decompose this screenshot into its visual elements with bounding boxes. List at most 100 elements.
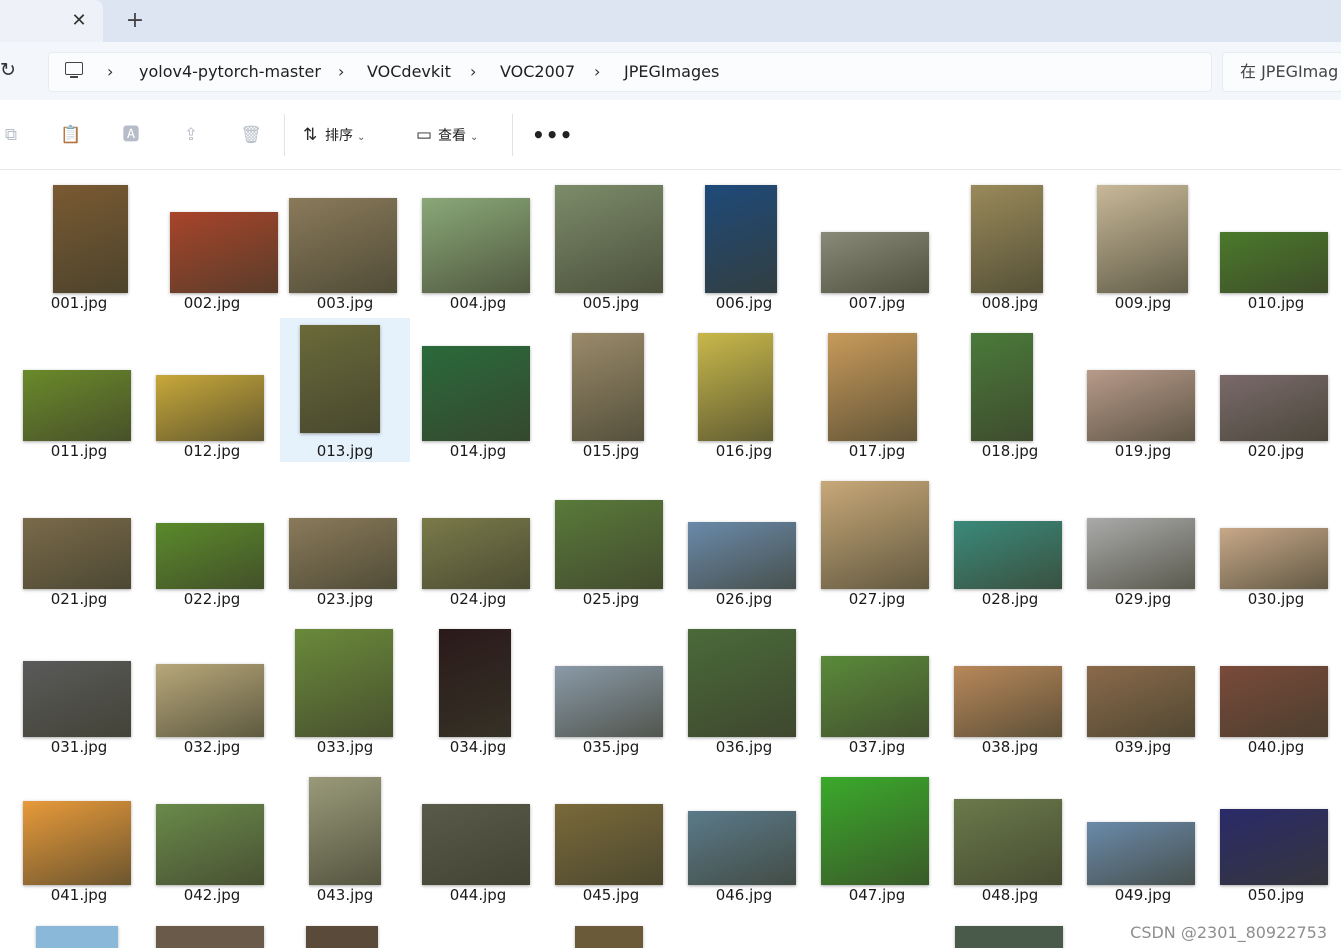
file-name: 016.jpg — [715, 442, 773, 460]
file-grid: 001.jpg 002.jpg 003.jpg 004.jpg 005.jpg 006.j… — [0, 170, 1341, 948]
file-item[interactable]: 049.jpg — [1078, 762, 1208, 906]
chevron-right-icon[interactable]: › — [107, 61, 113, 83]
file-item[interactable]: 040.jpg — [1211, 614, 1341, 758]
new-tab-icon[interactable]: + — [124, 10, 146, 32]
thumbnail-image — [572, 333, 644, 441]
file-item[interactable]: 004.jpg — [413, 170, 543, 314]
file-item[interactable]: 043.jpg — [280, 762, 410, 906]
refresh-icon[interactable]: ↻ — [0, 59, 22, 81]
file-item[interactable]: 018.jpg — [945, 318, 1075, 462]
file-item[interactable]: 016.jpg — [679, 318, 809, 462]
view-button[interactable]: ▭ 查看 ⌄ — [416, 123, 478, 147]
thumbnail-image — [705, 185, 777, 293]
file-item[interactable]: 028.jpg — [945, 466, 1075, 610]
file-item[interactable]: 015.jpg — [546, 318, 676, 462]
thumbnail-image[interactable] — [36, 926, 118, 948]
active-tab[interactable]: ✕ — [0, 0, 103, 42]
file-item[interactable]: 033.jpg — [280, 614, 410, 758]
search-box[interactable]: 在 JPEGImag — [1222, 52, 1341, 92]
file-item[interactable]: 025.jpg — [546, 466, 676, 610]
file-name: 042.jpg — [183, 886, 241, 904]
chevron-right-icon[interactable]: › — [338, 61, 344, 83]
file-item[interactable]: 026.jpg — [679, 466, 809, 610]
chevron-right-icon[interactable]: › — [594, 61, 600, 83]
file-item[interactable]: 029.jpg — [1078, 466, 1208, 610]
sort-button[interactable]: ⇅ 排序 ⌄ — [303, 123, 365, 147]
file-item[interactable]: 046.jpg — [679, 762, 809, 906]
file-item[interactable]: 009.jpg — [1078, 170, 1208, 314]
file-item[interactable]: 007.jpg — [812, 170, 942, 314]
share-icon[interactable]: ⇪ — [180, 124, 202, 146]
breadcrumb-voc2007[interactable]: VOC2007 — [500, 61, 575, 83]
file-item[interactable]: 021.jpg — [14, 466, 144, 610]
file-item[interactable]: 011.jpg — [14, 318, 144, 462]
file-item[interactable]: 013.jpg — [280, 318, 410, 462]
file-item[interactable]: 050.jpg — [1211, 762, 1341, 906]
file-item[interactable]: 048.jpg — [945, 762, 1075, 906]
file-item[interactable]: 044.jpg — [413, 762, 543, 906]
thumbnail-image[interactable] — [156, 926, 264, 948]
copy-icon[interactable]: ⧉ — [0, 124, 22, 146]
breadcrumb-vocdevkit[interactable]: VOCdevkit — [367, 61, 451, 83]
thumbnail-image — [821, 656, 929, 737]
file-item[interactable]: 036.jpg — [679, 614, 809, 758]
file-item[interactable]: 041.jpg — [14, 762, 144, 906]
file-name: 028.jpg — [981, 590, 1039, 608]
more-options-icon[interactable]: ••• — [532, 120, 572, 150]
file-item[interactable]: 032.jpg — [147, 614, 277, 758]
file-name: 025.jpg — [582, 590, 640, 608]
file-item[interactable]: 002.jpg — [147, 170, 278, 314]
thumbnail-image — [954, 799, 1062, 885]
file-name: 026.jpg — [715, 590, 773, 608]
file-item[interactable]: 039.jpg — [1078, 614, 1208, 758]
file-item[interactable]: 042.jpg — [147, 762, 277, 906]
thumbnail-image — [828, 333, 917, 441]
file-item[interactable]: 019.jpg — [1078, 318, 1208, 462]
thumbnail-image[interactable] — [955, 926, 1063, 948]
file-name: 009.jpg — [1114, 294, 1172, 312]
file-item[interactable]: 020.jpg — [1211, 318, 1341, 462]
file-item[interactable]: 034.jpg — [413, 614, 543, 758]
breadcrumb-yolov4[interactable]: yolov4-pytorch-master — [139, 61, 321, 83]
file-item[interactable]: 005.jpg — [546, 170, 676, 314]
file-item[interactable]: 017.jpg — [812, 318, 942, 462]
file-item[interactable]: 027.jpg — [812, 466, 942, 610]
file-item[interactable]: 024.jpg — [413, 466, 543, 610]
file-item[interactable]: 035.jpg — [546, 614, 676, 758]
file-name: 022.jpg — [183, 590, 241, 608]
file-item[interactable]: 003.jpg — [280, 170, 410, 314]
file-item[interactable]: 045.jpg — [546, 762, 676, 906]
file-item[interactable]: 023.jpg — [280, 466, 410, 610]
file-item[interactable]: 037.jpg — [812, 614, 942, 758]
thumbnail-image — [23, 370, 131, 441]
file-name: 023.jpg — [316, 590, 374, 608]
file-item[interactable]: 001.jpg — [14, 170, 144, 314]
file-item[interactable]: 008.jpg — [945, 170, 1075, 314]
delete-icon[interactable]: 🗑 — [240, 124, 262, 146]
file-item[interactable]: 012.jpg — [147, 318, 277, 462]
close-tab-icon[interactable]: ✕ — [68, 10, 90, 32]
file-item[interactable]: 014.jpg — [413, 318, 543, 462]
thumbnail-image — [698, 333, 773, 441]
breadcrumb-jpegimages[interactable]: JPEGImages — [624, 61, 719, 83]
chevron-right-icon[interactable]: › — [470, 61, 476, 83]
file-item[interactable]: 038.jpg — [945, 614, 1075, 758]
file-item[interactable]: 010.jpg — [1211, 170, 1341, 314]
file-item[interactable]: 006.jpg — [679, 170, 809, 314]
paste-icon[interactable]: 📋 — [60, 124, 82, 146]
thumbnail-image[interactable] — [575, 926, 643, 948]
thumbnail-image — [1220, 232, 1328, 293]
rename-icon[interactable]: 🅰 — [120, 124, 142, 146]
file-item[interactable]: 022.jpg — [147, 466, 277, 610]
file-item[interactable]: 031.jpg — [14, 614, 144, 758]
thumbnail-image — [422, 804, 530, 885]
file-name: 045.jpg — [582, 886, 640, 904]
file-item[interactable]: 030.jpg — [1211, 466, 1341, 610]
file-name: 043.jpg — [316, 886, 374, 904]
thumbnail-image — [1087, 370, 1195, 441]
thumbnail-image[interactable] — [306, 926, 378, 948]
this-pc-icon[interactable] — [65, 62, 83, 78]
file-name: 013.jpg — [316, 442, 374, 460]
address-bar[interactable]: › yolov4-pytorch-master › VOCdevkit › VO… — [48, 52, 1212, 92]
file-item[interactable]: 047.jpg — [812, 762, 942, 906]
